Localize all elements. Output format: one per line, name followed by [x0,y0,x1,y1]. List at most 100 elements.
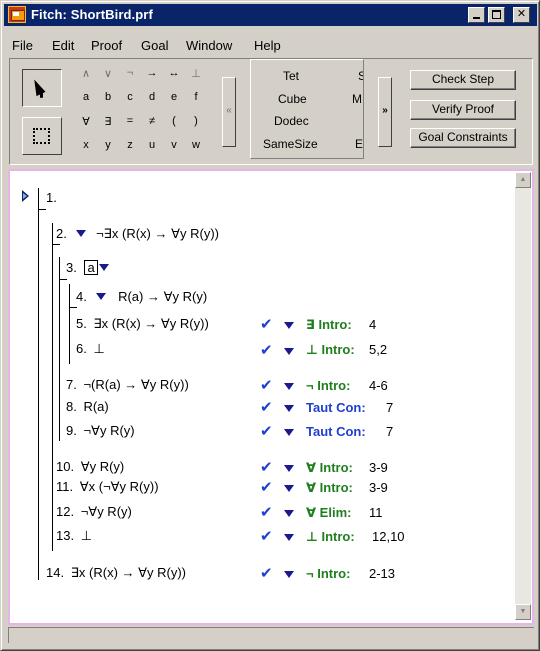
line-menu-icon[interactable] [76,230,87,238]
rule-citation[interactable]: 7 [386,400,393,415]
proof-line-8[interactable]: 8. R(a) [66,399,109,414]
rule-menu-icon[interactable] [284,383,294,390]
proof-line-3[interactable]: 3. a [66,260,109,275]
rule-citation[interactable]: 7 [386,424,393,439]
horizontal-scrollbar[interactable] [8,627,534,643]
proof-line-14[interactable]: 14. ∃x (R(x) → ∀y R(y)) [46,565,186,581]
minimize-button[interactable] [468,7,485,23]
symbol-implies[interactable]: → [142,67,162,79]
rule-name[interactable]: ¬ Intro: [306,566,350,581]
scroll-down-icon[interactable]: ▼ [515,604,531,620]
vertical-scrollbar[interactable]: ▲ ▼ [515,172,531,620]
proof-line-13[interactable]: 13. ⊥ [56,528,92,544]
symbol-f[interactable]: f [186,91,206,103]
proof-line-5[interactable]: 5. ∃x (R(x) → ∀y R(y)) [76,316,209,332]
proof-line-4[interactable]: 4. R(a) → ∀y R(y) [76,289,207,305]
symbol-bottom[interactable]: ⊥ [186,67,206,80]
rule-citation[interactable]: 5,2 [369,342,387,357]
predicate-dodec[interactable]: Dodec [274,114,309,128]
menu-window[interactable]: Window [186,38,232,53]
menu-file[interactable]: File [12,38,33,53]
predicate-clipped-1[interactable]: S [358,69,363,83]
symbol-b[interactable]: b [98,91,118,103]
symbol-w[interactable]: w [186,139,206,151]
title-bar[interactable]: Fitch: ShortBird.prf ✕ [4,4,537,26]
rule-menu-icon[interactable] [284,465,294,472]
rule-name[interactable]: ⊥ Intro: [306,529,355,545]
rule-menu-icon[interactable] [284,534,294,541]
predicate-samesize[interactable]: SameSize [263,137,318,151]
rule-citation[interactable]: 4-6 [369,378,388,393]
proof-line-7[interactable]: 7. ¬(R(a) → ∀y R(y)) [66,377,189,393]
symbol-iff[interactable]: ↔ [164,67,184,79]
rule-menu-icon[interactable] [284,485,294,492]
rule-name[interactable]: ∀ Intro: [306,480,353,496]
symbol-v[interactable]: v [164,139,184,151]
symbol-close-paren[interactable]: ) [186,115,206,127]
line-menu-icon[interactable] [96,293,107,301]
rule-citation[interactable]: 12,10 [372,529,405,544]
rule-citation[interactable]: 4 [369,317,376,332]
menu-goal[interactable]: Goal [141,38,168,53]
check-step-button[interactable]: Check Step [410,70,516,90]
close-button[interactable]: ✕ [513,7,530,23]
predicate-tet[interactable]: Tet [283,69,299,83]
symbol-forall[interactable]: ∀ [76,115,96,128]
proof-line-12[interactable]: 12. ¬∀y R(y) [56,504,132,520]
predicate-clipped-4[interactable]: E [355,137,363,151]
pointer-tool-button[interactable] [22,69,62,107]
rule-citation[interactable]: 3-9 [369,480,388,495]
rule-citation[interactable]: 11 [369,505,383,520]
line-menu-icon[interactable] [98,264,109,272]
symbol-exists[interactable]: ∃ [98,115,118,128]
rule-menu-icon[interactable] [284,322,294,329]
rule-menu-icon[interactable] [284,571,294,578]
proof-line-9[interactable]: 9. ¬∀y R(y) [66,423,135,439]
symbol-not-equals[interactable]: ≠ [142,115,162,127]
symbols-scroll-left-button[interactable]: « [222,77,236,147]
rule-name[interactable]: Taut Con: [306,424,366,439]
rule-name[interactable]: ∃ Intro: [306,317,352,333]
rule-citation[interactable]: 2-13 [369,566,395,581]
rule-name[interactable]: ∀ Elim: [306,505,351,521]
symbol-y[interactable]: y [98,139,118,151]
symbol-open-paren[interactable]: ( [164,115,184,127]
menu-edit[interactable]: Edit [52,38,74,53]
proof-line-10[interactable]: 10. ∀y R(y) [56,459,124,475]
symbol-a[interactable]: a [76,91,96,103]
symbol-equals[interactable]: = [120,115,140,127]
rule-name[interactable]: ⊥ Intro: [306,342,355,358]
proof-line-6[interactable]: 6. ⊥ [76,341,105,357]
rule-menu-icon[interactable] [284,510,294,517]
proof-line-1[interactable]: 1. [46,190,57,205]
rule-name[interactable]: ¬ Intro: [306,378,350,393]
rule-name[interactable]: Taut Con: [306,400,366,415]
menu-help[interactable]: Help [254,38,281,53]
subproof-select-button[interactable] [22,117,62,155]
symbol-e[interactable]: e [164,91,184,103]
predicate-clipped-2[interactable]: M [352,92,362,106]
menu-proof[interactable]: Proof [91,38,122,53]
verify-proof-button[interactable]: Verify Proof [410,100,516,120]
maximize-button[interactable] [488,7,505,23]
rule-menu-icon[interactable] [284,405,294,412]
symbol-and[interactable]: ∧ [76,67,96,80]
rule-name[interactable]: ∀ Intro: [306,460,353,476]
proof-line-2[interactable]: 2. ¬∃x (R(x) → ∀y R(y)) [56,226,219,242]
symbol-u[interactable]: u [142,139,162,151]
goal-constraints-button[interactable]: Goal Constraints [410,128,516,148]
rule-menu-icon[interactable] [284,429,294,436]
rule-citation[interactable]: 3-9 [369,460,388,475]
symbol-d[interactable]: d [142,91,162,103]
symbol-z[interactable]: z [120,139,140,151]
proof-line-11[interactable]: 11. ∀x (¬∀y R(y)) [56,479,159,495]
rule-menu-icon[interactable] [284,348,294,355]
predicates-scroll-right-button[interactable]: » [378,77,392,147]
symbol-c[interactable]: c [120,91,140,103]
symbol-not[interactable]: ¬ [120,67,140,79]
scroll-up-icon[interactable]: ▲ [515,172,531,188]
predicate-cube[interactable]: Cube [278,92,307,106]
symbol-or[interactable]: ∨ [98,67,118,80]
symbol-x[interactable]: x [76,139,96,151]
proof-pane[interactable]: 1. 2. ¬∃x (R(x) → ∀y R(y)) 3. a 4. R(a) … [8,169,534,625]
